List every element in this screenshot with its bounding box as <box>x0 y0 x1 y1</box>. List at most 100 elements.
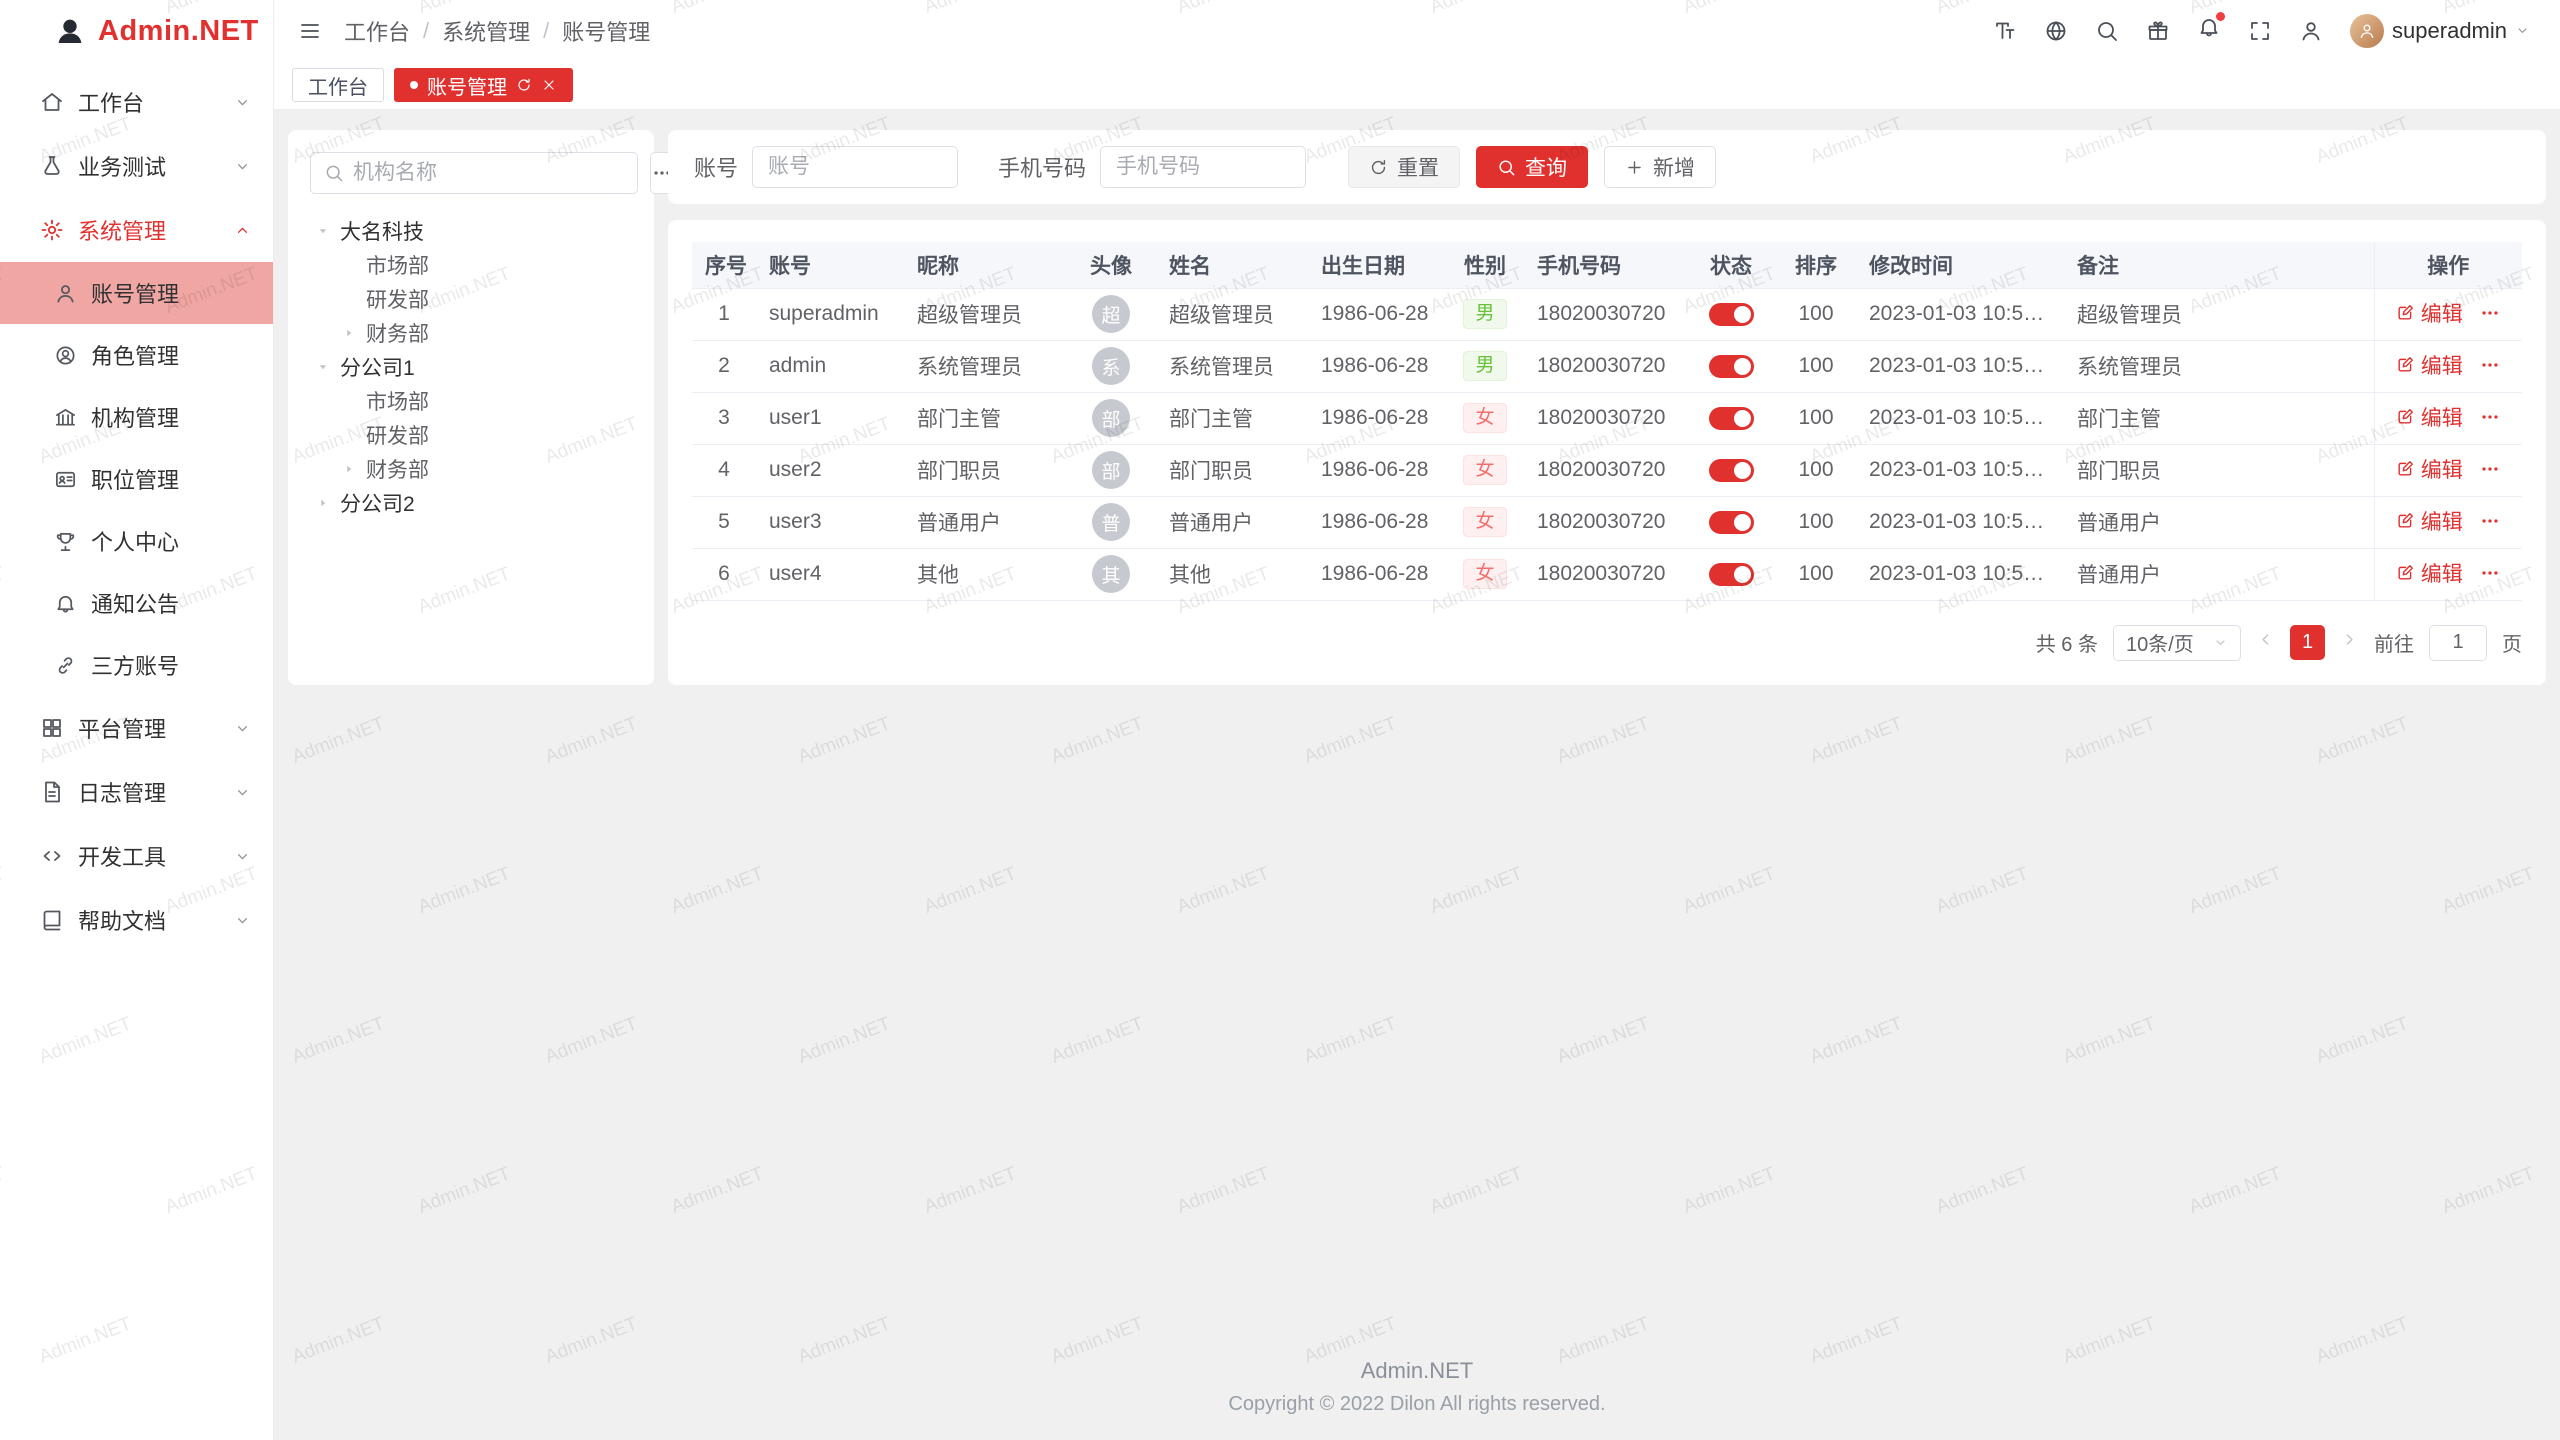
tree-node-label: 市场部 <box>366 250 429 280</box>
edit-button[interactable]: 编辑 <box>2396 454 2463 484</box>
caret-down-icon[interactable] <box>310 224 336 238</box>
edit-button[interactable]: 编辑 <box>2396 506 2463 536</box>
cell-avatar: 其 <box>1066 548 1156 600</box>
tree-node-label: 分公司1 <box>340 352 415 382</box>
tree-node[interactable]: 市场部 <box>310 248 632 282</box>
tree-node[interactable]: 财务部 <box>310 452 632 486</box>
tree-node-label: 财务部 <box>366 318 429 348</box>
breadcrumb-item[interactable]: 账号管理 <box>562 15 650 47</box>
chevron-down-icon <box>234 94 251 111</box>
tab[interactable]: 工作台 <box>292 68 384 102</box>
page-size-select[interactable]: 10条/页 <box>2113 625 2241 661</box>
status-toggle[interactable] <box>1709 303 1754 326</box>
bell-icon <box>54 592 77 615</box>
edit-button[interactable]: 编辑 <box>2396 402 2463 432</box>
status-toggle[interactable] <box>1709 511 1754 534</box>
tree-node[interactable]: 研发部 <box>310 282 632 316</box>
add-button[interactable]: 新增 <box>1604 146 1716 188</box>
tree-node[interactable]: 分公司1 <box>310 350 632 384</box>
accounts-table: 序号账号昵称头像姓名出生日期性别手机号码状态排序修改时间备注操作 1supera… <box>692 242 2522 601</box>
next-page-button[interactable] <box>2340 630 2359 655</box>
prev-page-button[interactable] <box>2256 630 2275 655</box>
cell-index: 2 <box>692 340 756 392</box>
tree-node[interactable]: 财务部 <box>310 316 632 350</box>
tree-node-label: 研发部 <box>366 284 429 314</box>
fullscreen-icon[interactable] <box>2248 19 2272 43</box>
org-tree-panel: 大名科技市场部研发部财务部分公司1市场部研发部财务部分公司2 <box>288 130 654 685</box>
caret-right-icon[interactable] <box>310 496 336 510</box>
search-icon[interactable] <box>2095 19 2119 43</box>
sidebar-subitem[interactable]: 机构管理 <box>0 386 273 448</box>
org-search-input[interactable] <box>353 161 624 185</box>
sidebar-item[interactable]: 开发工具 <box>0 824 273 888</box>
notifications-bell[interactable] <box>2197 15 2221 46</box>
chevron-right-icon <box>2340 630 2359 649</box>
sidebar-item-label: 开发工具 <box>78 840 220 872</box>
language-icon[interactable] <box>2044 19 2068 43</box>
cell-status <box>1686 288 1776 340</box>
status-toggle[interactable] <box>1709 355 1754 378</box>
cell-modified: 2023-01-03 10:59:44 <box>1856 288 2064 340</box>
more-actions-button[interactable] <box>2479 512 2501 537</box>
tab-refresh-icon[interactable] <box>516 77 532 93</box>
caret-right-icon[interactable] <box>336 462 362 476</box>
reset-button[interactable]: 重置 <box>1348 146 1460 188</box>
sidebar-subitem[interactable]: 角色管理 <box>0 324 273 386</box>
status-toggle[interactable] <box>1709 563 1754 586</box>
tree-node[interactable]: 市场部 <box>310 384 632 418</box>
breadcrumb-item[interactable]: 工作台 <box>344 15 410 47</box>
cell-gender: 女 <box>1446 548 1524 600</box>
accounts-table-panel: 序号账号昵称头像姓名出生日期性别手机号码状态排序修改时间备注操作 1supera… <box>668 220 2546 685</box>
sidebar-item[interactable]: 工作台 <box>0 70 273 134</box>
account-input[interactable] <box>752 146 958 188</box>
status-toggle[interactable] <box>1709 459 1754 482</box>
sidebar-subitem[interactable]: 职位管理 <box>0 448 273 510</box>
more-actions-button[interactable] <box>2479 408 2501 433</box>
sidebar-item[interactable]: 平台管理 <box>0 696 273 760</box>
cell-account: admin <box>756 340 904 392</box>
more-actions-button[interactable] <box>2479 356 2501 381</box>
status-toggle[interactable] <box>1709 407 1754 430</box>
hamburger-menu-icon[interactable] <box>298 19 322 43</box>
user-menu[interactable]: superadmin <box>2350 14 2530 48</box>
sidebar-subitem-label: 个人中心 <box>91 525 179 557</box>
edit-button[interactable]: 编辑 <box>2396 350 2463 380</box>
breadcrumb-item[interactable]: 系统管理 <box>442 15 530 47</box>
sidebar-subitem[interactable]: 账号管理 <box>0 262 273 324</box>
sidebar-subitem[interactable]: 通知公告 <box>0 572 273 634</box>
cell-index: 1 <box>692 288 756 340</box>
page-number-1[interactable]: 1 <box>2290 625 2325 660</box>
content: 大名科技市场部研发部财务部分公司1市场部研发部财务部分公司2 账号 手机号码 重… <box>274 110 2560 1440</box>
tree-node[interactable]: 大名科技 <box>310 214 632 248</box>
goto-page-input[interactable] <box>2429 625 2487 661</box>
topbar-right: superadmin <box>1993 14 2530 48</box>
more-actions-button[interactable] <box>2479 304 2501 329</box>
sidebar-item[interactable]: 帮助文档 <box>0 888 273 952</box>
tree-node[interactable]: 研发部 <box>310 418 632 452</box>
sidebar-item[interactable]: 业务测试 <box>0 134 273 198</box>
font-size-icon[interactable] <box>1993 19 2017 43</box>
sidebar-subitem[interactable]: 个人中心 <box>0 510 273 572</box>
more-actions-button[interactable] <box>2479 460 2501 485</box>
theme-icon[interactable] <box>2146 19 2170 43</box>
cell-birthday: 1986-06-28 <box>1308 392 1446 444</box>
sidebar-subitem[interactable]: 三方账号 <box>0 634 273 696</box>
caret-down-icon[interactable] <box>310 360 336 374</box>
tab-active[interactable]: 账号管理 <box>394 68 573 102</box>
phone-input[interactable] <box>1100 146 1306 188</box>
caret-right-icon[interactable] <box>336 326 362 340</box>
logo-text: Admin.NET <box>98 15 259 48</box>
edit-button[interactable]: 编辑 <box>2396 558 2463 588</box>
tab-close-icon[interactable] <box>541 77 557 93</box>
more-actions-button[interactable] <box>2479 564 2501 589</box>
sidebar-item[interactable]: 日志管理 <box>0 760 273 824</box>
query-button[interactable]: 查询 <box>1476 146 1588 188</box>
account-label: 账号 <box>694 151 738 183</box>
edit-button[interactable]: 编辑 <box>2396 298 2463 328</box>
profile-icon[interactable] <box>2299 19 2323 43</box>
sidebar-item[interactable]: 系统管理 <box>0 198 273 262</box>
tree-node[interactable]: 分公司2 <box>310 486 632 520</box>
breadcrumb-separator: / <box>423 18 429 44</box>
cell-name: 部门职员 <box>1156 444 1308 496</box>
logo[interactable]: Admin.NET <box>0 0 273 62</box>
